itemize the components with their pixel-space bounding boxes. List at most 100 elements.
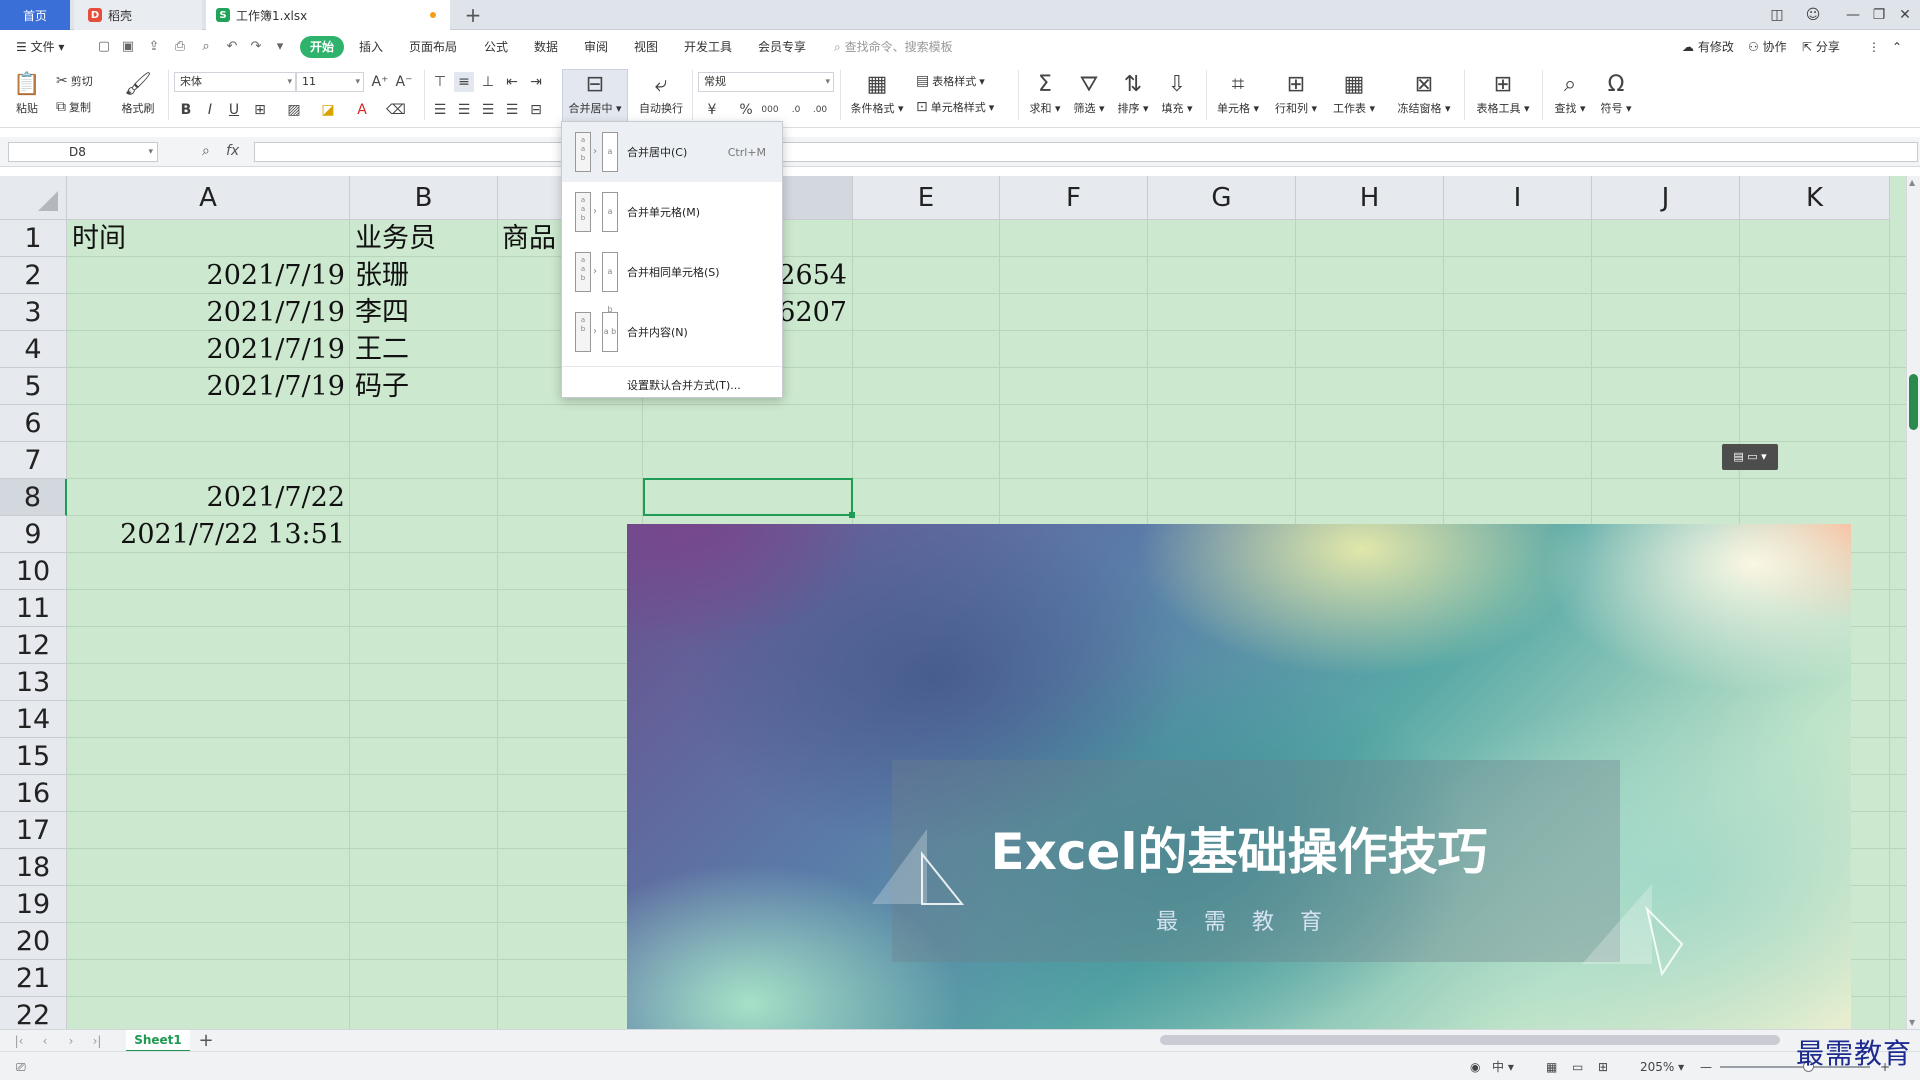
- cell-A3[interactable]: 2021/7/19: [70, 294, 345, 331]
- zoom-formula-icon[interactable]: ⌕: [202, 143, 210, 159]
- macro-record-icon[interactable]: ⎚: [16, 1057, 26, 1077]
- column-header-B[interactable]: B: [350, 176, 498, 220]
- row-header-9[interactable]: 9: [0, 516, 67, 553]
- next-sheet-icon[interactable]: ›: [62, 1032, 80, 1050]
- align-middle-icon[interactable]: ≡: [454, 72, 474, 92]
- quick-access-more-icon[interactable]: ▾: [272, 39, 288, 55]
- currency-icon[interactable]: ¥: [702, 100, 722, 120]
- prev-sheet-icon[interactable]: ‹: [36, 1032, 54, 1050]
- align-left-icon[interactable]: ☰: [430, 100, 450, 120]
- tab-workbook[interactable]: S 工作簿1.xlsx: [206, 0, 450, 30]
- column-header-F[interactable]: F: [1000, 176, 1148, 220]
- menu-formula[interactable]: 公式: [484, 36, 508, 58]
- menu-review[interactable]: 审阅: [584, 36, 608, 58]
- cell-style-button[interactable]: ⊡ 单元格样式 ▾: [916, 99, 994, 115]
- cell-button[interactable]: ⌗ 单元格 ▾: [1214, 70, 1262, 116]
- indent-increase-icon[interactable]: ⇥: [526, 72, 546, 92]
- align-justify-icon[interactable]: ☰: [502, 100, 522, 120]
- print-icon[interactable]: ⎙: [172, 39, 188, 55]
- cell-A8[interactable]: 2021/7/22: [70, 479, 345, 516]
- row-header-6[interactable]: 6: [0, 405, 67, 442]
- number-format-select[interactable]: 常规: [698, 72, 834, 92]
- indent-decrease-icon[interactable]: ⇤: [502, 72, 522, 92]
- table-style-button[interactable]: ▤ 表格样式 ▾: [916, 73, 985, 89]
- sum-button[interactable]: Σ 求和 ▾: [1026, 70, 1064, 116]
- eye-protection-icon[interactable]: ◉: [1470, 1057, 1480, 1077]
- command-search[interactable]: ⌕ 查找命令、搜索模板: [834, 36, 953, 58]
- wrap-text-button[interactable]: ⤶ 自动换行: [634, 70, 688, 116]
- horizontal-scrollbar[interactable]: [1160, 1035, 1780, 1045]
- banner-image[interactable]: Excel的基础操作技巧 最需教育: [627, 524, 1851, 1029]
- cell-B1[interactable]: 业务员: [355, 220, 495, 257]
- column-header-G[interactable]: G: [1148, 176, 1296, 220]
- column-header-E[interactable]: E: [853, 176, 1000, 220]
- row-header-10[interactable]: 10: [0, 553, 67, 590]
- align-right-icon[interactable]: ☰: [478, 100, 498, 120]
- row-header-20[interactable]: 20: [0, 923, 67, 960]
- distributed-align-icon[interactable]: ⊟: [526, 100, 546, 120]
- normal-view-icon[interactable]: ▦: [1546, 1057, 1557, 1077]
- name-box[interactable]: D8: [8, 142, 158, 162]
- avatar[interactable]: ☺: [1796, 0, 1830, 30]
- cut-button[interactable]: ✂ 剪切: [56, 73, 93, 89]
- page-break-view-icon[interactable]: ⊞: [1598, 1057, 1608, 1077]
- conditional-format-button[interactable]: ▦ 条件格式 ▾: [846, 70, 908, 116]
- save-icon[interactable]: ▣: [120, 39, 136, 55]
- menu-start[interactable]: 开始: [300, 36, 345, 58]
- cell-A9[interactable]: 2021/7/22 13:51: [70, 516, 345, 553]
- close-button[interactable]: ✕: [1888, 0, 1920, 30]
- row-header-21[interactable]: 21: [0, 960, 67, 997]
- freeze-panes-button[interactable]: ⊠ 冻结窗格 ▾: [1394, 70, 1454, 116]
- sort-button[interactable]: ⇅ 排序 ▾: [1114, 70, 1152, 116]
- modified-button[interactable]: ☁ 有修改: [1682, 36, 1734, 58]
- row-header-19[interactable]: 19: [0, 886, 67, 923]
- font-grow-icon[interactable]: A⁺: [370, 72, 390, 92]
- layout-icon[interactable]: ◫: [1760, 0, 1794, 30]
- table-tools-button[interactable]: ⊞ 表格工具 ▾: [1472, 70, 1534, 116]
- border-icon[interactable]: ⊞: [250, 100, 270, 120]
- menu-page-layout[interactable]: 页面布局: [409, 36, 457, 58]
- cell-B2[interactable]: 张珊: [355, 257, 495, 294]
- column-header-K[interactable]: K: [1740, 176, 1890, 220]
- row-header-11[interactable]: 11: [0, 590, 67, 627]
- vertical-scrollbar[interactable]: ▲ ▼: [1906, 176, 1920, 1029]
- column-header-A[interactable]: A: [67, 176, 350, 220]
- row-header-18[interactable]: 18: [0, 849, 67, 886]
- last-sheet-icon[interactable]: ›|: [88, 1032, 106, 1050]
- zoom-out-icon[interactable]: —: [1700, 1057, 1712, 1077]
- column-header-H[interactable]: H: [1296, 176, 1444, 220]
- zoom-level[interactable]: 205% ▾: [1640, 1057, 1684, 1077]
- underline-icon[interactable]: U: [224, 100, 244, 120]
- set-default-merge-option[interactable]: 设置默认合并方式(T)...: [627, 377, 741, 393]
- bold-icon[interactable]: B: [176, 100, 196, 120]
- font-shrink-icon[interactable]: A⁻: [394, 72, 414, 92]
- tab-home[interactable]: 首页: [0, 0, 70, 30]
- fill-button[interactable]: ⇩ 填充 ▾: [1158, 70, 1196, 116]
- tab-daoke[interactable]: D 稻壳: [74, 0, 202, 30]
- row-header-13[interactable]: 13: [0, 664, 67, 701]
- sheet-tab-sheet1[interactable]: Sheet1: [126, 1030, 190, 1052]
- print-preview-icon[interactable]: ⌕: [198, 39, 214, 55]
- spreadsheet-grid[interactable]: ABCDEFGHIJK 1234567891011121314151617181…: [0, 176, 1906, 1029]
- font-size-select[interactable]: 11: [296, 72, 364, 92]
- align-center-icon[interactable]: ☰: [454, 100, 474, 120]
- row-col-button[interactable]: ⊞ 行和列 ▾: [1272, 70, 1320, 116]
- column-header-I[interactable]: I: [1444, 176, 1592, 220]
- row-header-3[interactable]: 3: [0, 294, 67, 331]
- scroll-up-icon[interactable]: ▲: [1909, 178, 1915, 187]
- row-header-16[interactable]: 16: [0, 775, 67, 812]
- row-header-1[interactable]: 1: [0, 220, 67, 257]
- align-top-icon[interactable]: ⊤: [430, 72, 450, 92]
- symbol-button[interactable]: Ω 符号 ▾: [1596, 70, 1636, 116]
- merge-content-option[interactable]: a b › a b 合并内容(N): [562, 302, 782, 362]
- merge-same-option[interactable]: a a b › a b 合并相同单元格(S): [562, 242, 782, 314]
- menu-member[interactable]: 会员专享: [758, 36, 806, 58]
- menu-developer[interactable]: 开发工具: [684, 36, 732, 58]
- collapse-ribbon-icon[interactable]: ⌃: [1892, 36, 1902, 58]
- new-doc-icon[interactable]: ▢: [96, 39, 112, 55]
- increase-decimal-icon[interactable]: .0: [786, 100, 806, 120]
- fill-color-icon[interactable]: ◪: [318, 100, 338, 120]
- add-sheet-button[interactable]: +: [196, 1030, 216, 1052]
- worksheet-button[interactable]: ▦ 工作表 ▾: [1330, 70, 1378, 116]
- fx-icon[interactable]: fx: [226, 143, 239, 159]
